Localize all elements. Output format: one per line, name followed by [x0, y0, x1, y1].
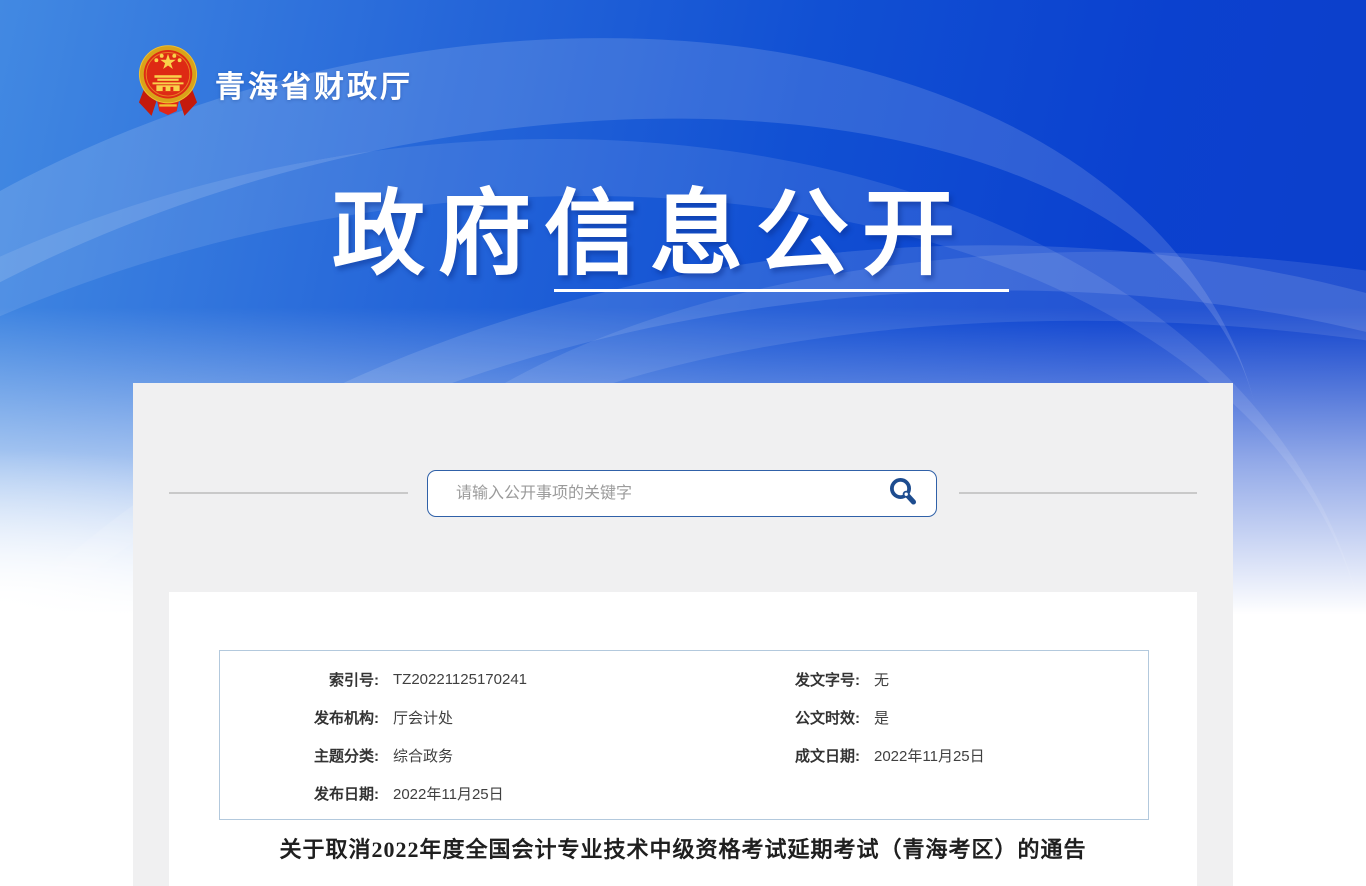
search-input[interactable] [428, 471, 870, 516]
search-icon [887, 476, 919, 511]
meta-label: 索引号: [220, 669, 379, 690]
meta-label: 发布机构: [220, 707, 379, 728]
meta-label: 发文字号: [774, 669, 860, 690]
national-emblem-icon [137, 43, 199, 126]
meta-value: 2022年11月25日 [379, 783, 774, 804]
meta-value: 厅会计处 [379, 707, 774, 728]
page-title: 政府信息公开 [320, 158, 980, 293]
meta-value: 无 [860, 669, 1148, 690]
meta-label: 主题分类: [220, 745, 379, 766]
document-title: 关于取消2022年度全国会计专业技术中级资格考试延期考试（青海考区）的通告 [169, 832, 1197, 864]
document-meta-table: 索引号: TZ20221125170241 发文字号: 无 发布机构: 厅会计处… [219, 650, 1149, 820]
meta-label: 成文日期: [774, 745, 860, 766]
table-row: 主题分类: 综合政务 成文日期: 2022年11月25日 [220, 736, 1148, 774]
site-brand[interactable]: 青海省财政厅 [137, 44, 413, 124]
meta-label: 公文时效: [774, 707, 860, 728]
meta-value: 综合政务 [379, 745, 774, 766]
table-row: 发布机构: 厅会计处 公文时效: 是 [220, 698, 1148, 736]
site-name: 青海省财政厅 [215, 62, 413, 106]
search-button[interactable] [870, 471, 936, 516]
document-panel: 索引号: TZ20221125170241 发文字号: 无 发布机构: 厅会计处… [169, 592, 1197, 886]
table-row: 索引号: TZ20221125170241 发文字号: 无 [220, 660, 1148, 698]
meta-value: TZ20221125170241 [379, 671, 774, 688]
meta-label: 发布日期: [220, 783, 379, 804]
divider-left [169, 492, 408, 494]
search-box [427, 470, 937, 517]
meta-value: 2022年11月25日 [860, 745, 1148, 766]
title-underline [554, 289, 1009, 292]
divider-right [959, 492, 1197, 494]
meta-value: 是 [860, 707, 1148, 728]
table-row: 发布日期: 2022年11月25日 [220, 774, 1148, 812]
content-card: 索引号: TZ20221125170241 发文字号: 无 发布机构: 厅会计处… [133, 383, 1233, 886]
